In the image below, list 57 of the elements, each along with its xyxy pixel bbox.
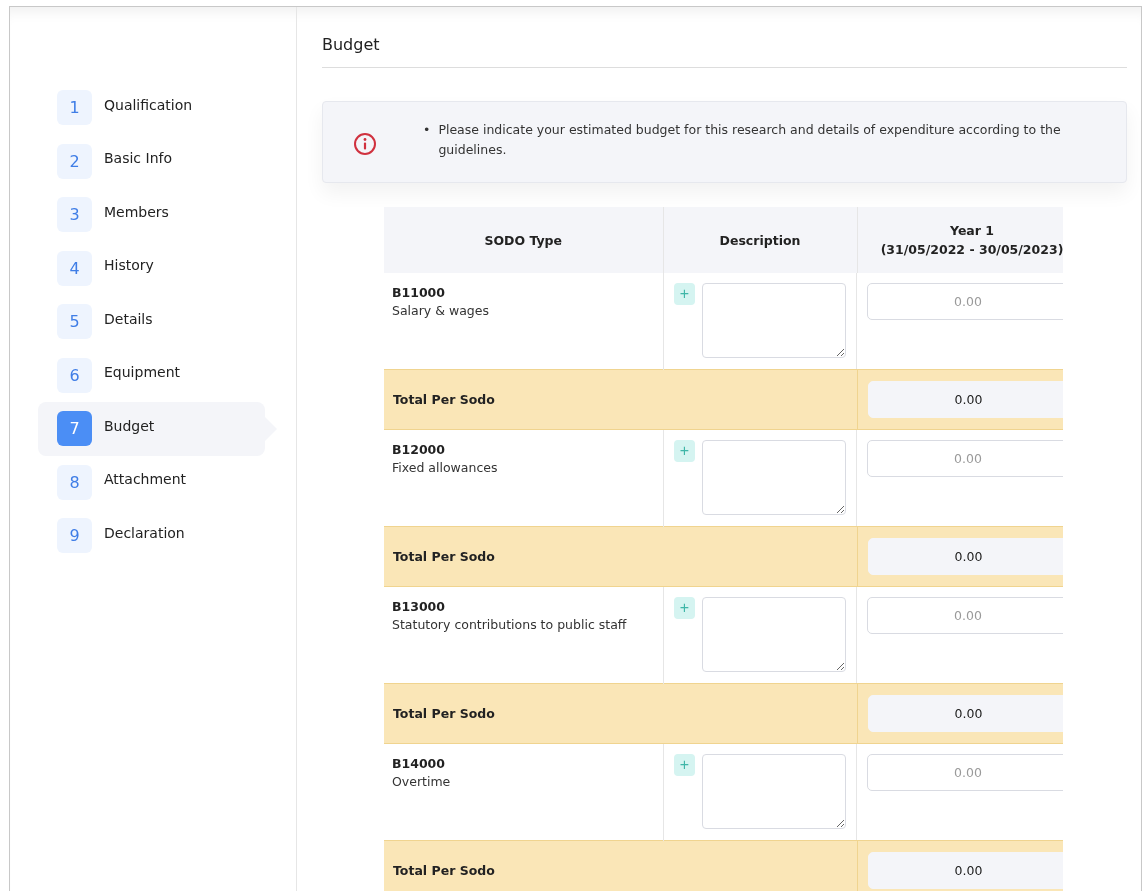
amount-field[interactable]: 0.00 bbox=[867, 597, 1063, 634]
step-label: Attachment bbox=[104, 471, 187, 488]
total-field[interactable]: 0.00 bbox=[867, 852, 1063, 889]
step-label: Qualification bbox=[104, 96, 193, 113]
step-label: Declaration bbox=[104, 524, 185, 541]
sodo-name: Fixed allowances bbox=[392, 460, 499, 475]
step-number: 9 bbox=[57, 518, 92, 554]
total-label: Total Per Sodo bbox=[392, 549, 495, 564]
amount-field[interactable]: 0.00 bbox=[867, 440, 1063, 477]
amount-field[interactable]: 0.00 bbox=[867, 754, 1063, 791]
step-label: Basic Info bbox=[104, 150, 172, 167]
description-field[interactable] bbox=[702, 597, 846, 672]
description-field[interactable] bbox=[702, 754, 846, 829]
step-label: History bbox=[104, 257, 154, 274]
step-item[interactable]: 2 Basic Info bbox=[38, 134, 265, 188]
step-label: Details bbox=[104, 310, 153, 327]
total-field[interactable]: 0.00 bbox=[867, 695, 1063, 732]
step-item[interactable]: 4 History bbox=[38, 241, 265, 295]
step-label: Members bbox=[104, 203, 169, 220]
step-number: 6 bbox=[57, 357, 92, 393]
notice-text: Please indicate your estimated budget for this research and details of expenditure according to the guidelines. bbox=[438, 121, 1062, 159]
step-number: 3 bbox=[57, 197, 92, 233]
sodo-code: B14000 bbox=[392, 756, 446, 771]
info-icon bbox=[353, 132, 377, 156]
step-item[interactable]: 9 Declaration bbox=[38, 509, 265, 563]
step-label: Budget bbox=[104, 417, 155, 434]
sodo-code: B12000 bbox=[392, 442, 446, 457]
total-field[interactable]: 0.00 bbox=[867, 381, 1063, 418]
step-number: 1 bbox=[57, 90, 92, 126]
total-label: Total Per Sodo bbox=[392, 706, 495, 721]
total-field[interactable]: 0.00 bbox=[867, 538, 1063, 575]
page-title: Budget bbox=[322, 7, 1127, 68]
step-number: 4 bbox=[57, 250, 92, 286]
column-header: Description bbox=[663, 207, 857, 273]
sodo-name: Salary & wages bbox=[392, 303, 490, 318]
step-item[interactable]: 3 Members bbox=[38, 188, 265, 242]
total-label: Total Per Sodo bbox=[392, 863, 495, 878]
sodo-name: Statutory contributions to public staff bbox=[392, 617, 628, 632]
description-field[interactable] bbox=[702, 440, 846, 515]
step-number: 7 bbox=[57, 411, 92, 447]
step-number: 5 bbox=[57, 304, 92, 340]
amount-field[interactable]: 0.00 bbox=[867, 283, 1063, 320]
total-label: Total Per Sodo bbox=[392, 392, 495, 407]
sodo-code: B13000 bbox=[392, 599, 446, 614]
sodo-code: B11000 bbox=[392, 285, 446, 300]
bullet-mark: • bbox=[423, 121, 431, 139]
step-item[interactable]: 8 Attachment bbox=[38, 455, 265, 509]
description-field[interactable] bbox=[702, 283, 846, 358]
sodo-name: Overtime bbox=[392, 774, 452, 789]
column-header: SODO Type bbox=[384, 207, 663, 273]
step-label: Equipment bbox=[104, 364, 180, 381]
step-number: 8 bbox=[57, 464, 92, 500]
step-item[interactable]: 6 Equipment bbox=[38, 348, 265, 402]
step-item[interactable]: 1 Qualification bbox=[38, 81, 265, 135]
step-number: 2 bbox=[57, 143, 92, 179]
step-item[interactable]: 5 Details bbox=[38, 295, 265, 349]
column-header: Year 1 (31/05/2022 - 30/05/2023) bbox=[857, 207, 1063, 273]
